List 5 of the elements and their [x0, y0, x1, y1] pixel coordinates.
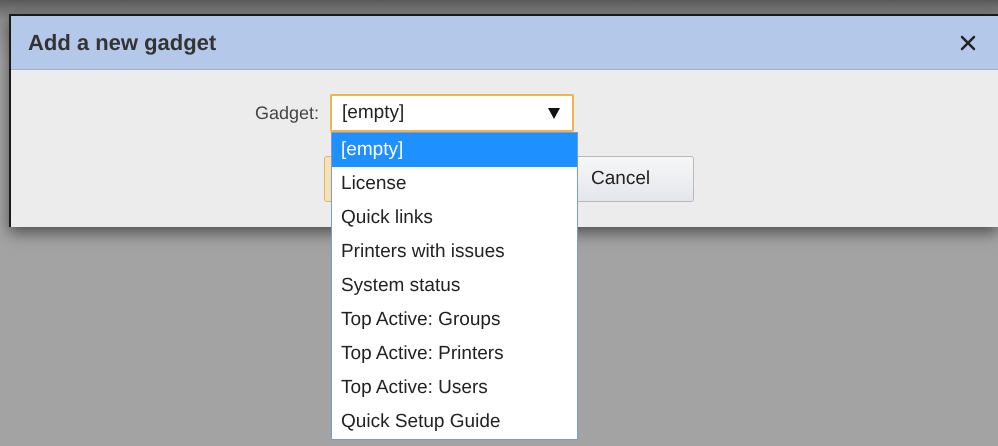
field-label: Gadget:: [254, 102, 319, 124]
gadget-select[interactable]: [empty]: [330, 94, 574, 132]
cancel-button[interactable]: Cancel: [576, 156, 694, 202]
caret-icon: [548, 108, 560, 118]
dialog-title: Add a new gadget: [28, 30, 216, 56]
